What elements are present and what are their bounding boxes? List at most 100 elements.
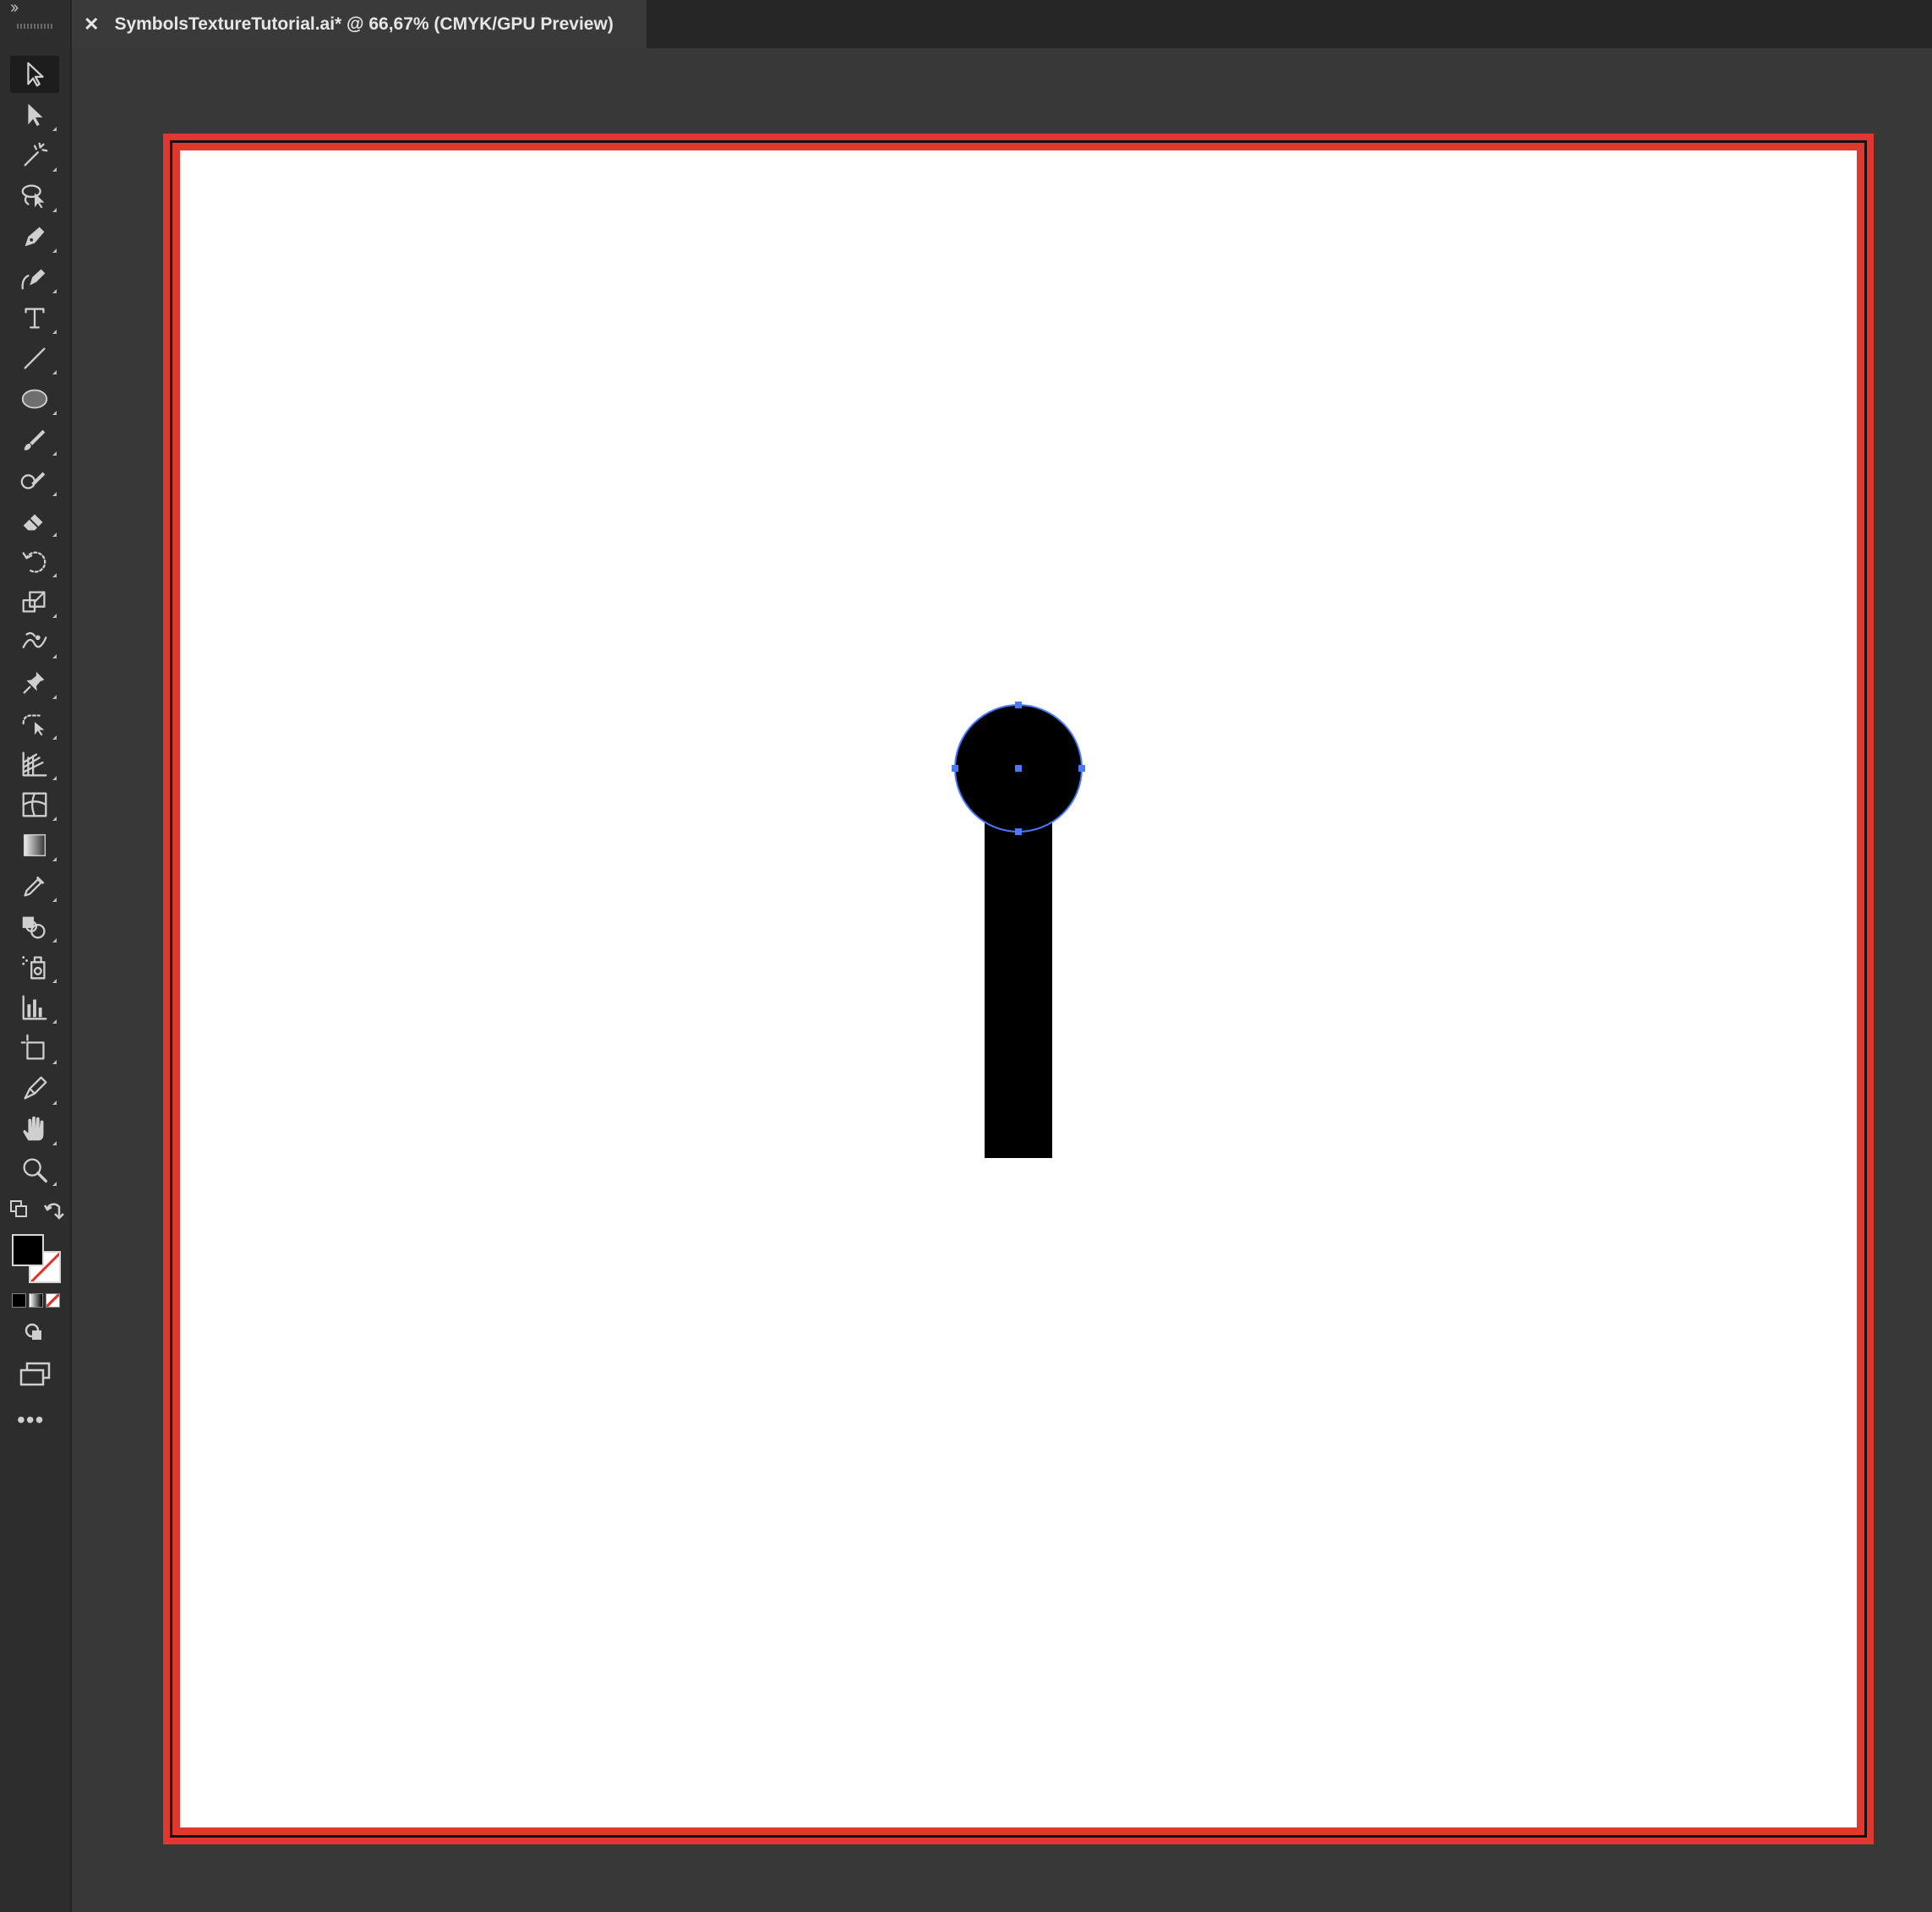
flyout-indicator-icon xyxy=(52,817,57,821)
screen-mode-icon[interactable] xyxy=(19,1361,52,1388)
eyedropper-tool[interactable] xyxy=(10,867,59,904)
zoom-tool[interactable] xyxy=(10,1151,59,1188)
slice-icon xyxy=(24,1076,47,1100)
gradient-icon xyxy=(23,833,46,857)
flyout-indicator-icon xyxy=(52,1101,57,1105)
document-tab-title: SymbolsTextureTutorial.ai* @ 66,67% (CMY… xyxy=(114,14,614,34)
draw-mode-icon[interactable] xyxy=(22,1320,47,1346)
flyout-indicator-icon xyxy=(52,1141,57,1145)
shape-builder-icon xyxy=(22,916,46,939)
anchor-bottom[interactable] xyxy=(1015,828,1022,835)
hand-tool[interactable] xyxy=(10,1111,59,1148)
magic-wand-tool[interactable] xyxy=(10,137,59,174)
flyout-indicator-icon xyxy=(52,1019,57,1024)
mesh-icon xyxy=(22,792,47,817)
anchor-top[interactable] xyxy=(1015,702,1022,708)
color-mode-icon[interactable] xyxy=(12,1293,26,1308)
fill-swatch[interactable] xyxy=(12,1234,44,1266)
scale-icon xyxy=(22,591,46,613)
pen-tool[interactable] xyxy=(10,218,59,255)
flyout-indicator-icon xyxy=(52,492,57,496)
document-tab-bar: ✕ SymbolsTextureTutorial.ai* @ 66,67% (C… xyxy=(72,0,1932,48)
mesh-tool[interactable] xyxy=(10,786,59,823)
lasso-tool[interactable] xyxy=(10,178,59,215)
flyout-indicator-icon xyxy=(52,127,57,131)
column-graph-icon xyxy=(22,995,47,1020)
anchor-right[interactable] xyxy=(1078,765,1085,772)
none-mode-icon[interactable] xyxy=(46,1293,60,1308)
flyout-indicator-icon xyxy=(52,208,57,212)
anchor-left[interactable] xyxy=(952,765,958,772)
flyout-indicator-icon xyxy=(52,370,57,374)
panel-grip-handle[interactable] xyxy=(17,24,52,29)
column-graph-tool[interactable] xyxy=(10,989,59,1026)
flyout-indicator-icon xyxy=(52,167,57,172)
free-transform-tool[interactable] xyxy=(10,705,59,742)
swap-fill-stroke-icon[interactable] xyxy=(42,1200,66,1224)
default-fill-stroke-icon[interactable] xyxy=(8,1199,32,1222)
flyout-indicator-icon xyxy=(52,451,57,456)
flyout-indicator-icon xyxy=(52,249,57,253)
gradient-tool[interactable] xyxy=(10,827,59,864)
paintbrush-icon xyxy=(24,429,46,451)
line-segment-tool[interactable] xyxy=(10,340,59,377)
flyout-indicator-icon xyxy=(52,1182,57,1186)
flyout-indicator-icon xyxy=(52,614,57,618)
edit-toolbar-more-icon[interactable]: ••• xyxy=(17,1408,44,1432)
eraser-tool[interactable] xyxy=(10,502,59,539)
type-tool[interactable] xyxy=(10,299,59,336)
direct-selection-tool[interactable] xyxy=(10,96,59,134)
warp-tool[interactable] xyxy=(10,624,59,661)
ellipse-tool[interactable] xyxy=(10,380,59,418)
selection-arrow-icon xyxy=(27,62,44,87)
flyout-indicator-icon xyxy=(52,411,57,415)
flyout-indicator-icon xyxy=(52,735,57,740)
selection-tool[interactable] xyxy=(10,56,59,93)
flyout-indicator-icon xyxy=(52,573,57,577)
pin-icon xyxy=(23,671,45,694)
lasso-icon xyxy=(21,184,45,209)
flyout-indicator-icon xyxy=(52,938,57,942)
flyout-indicator-icon xyxy=(52,330,57,334)
blob-brush-tool[interactable] xyxy=(10,462,59,499)
symbol-sprayer-tool[interactable] xyxy=(10,948,59,986)
black-rectangle-shape[interactable] xyxy=(985,818,1052,1158)
eraser-icon xyxy=(23,514,43,531)
artboard-icon xyxy=(20,1034,45,1060)
magic-wand-icon xyxy=(24,142,48,167)
scale-tool[interactable] xyxy=(10,583,59,620)
perspective-grid-tool[interactable] xyxy=(10,746,59,783)
type-icon xyxy=(25,308,45,329)
document-tab[interactable]: ✕ SymbolsTextureTutorial.ai* @ 66,67% (C… xyxy=(72,0,647,48)
puppet-warp-tool[interactable] xyxy=(10,664,59,702)
flyout-indicator-icon xyxy=(52,654,57,658)
ellipse-icon xyxy=(21,389,48,409)
artboard[interactable] xyxy=(180,150,1857,1827)
center-point[interactable] xyxy=(1015,765,1022,772)
zoom-icon xyxy=(23,1158,47,1183)
flyout-indicator-icon xyxy=(52,979,57,983)
flyout-indicator-icon xyxy=(52,857,57,861)
flyout-indicator-icon xyxy=(52,1060,57,1064)
slice-tool[interactable] xyxy=(10,1070,59,1107)
flyout-indicator-icon xyxy=(52,898,57,902)
warp-icon xyxy=(22,631,47,648)
artwork xyxy=(952,702,1085,1158)
line-segment-icon xyxy=(24,347,46,369)
panel-collapse-icon[interactable]: ›› xyxy=(10,0,19,18)
curvature-pen-icon xyxy=(21,269,46,290)
rotate-icon xyxy=(22,551,46,573)
paintbrush-tool[interactable] xyxy=(10,421,59,458)
symbol-sprayer-icon xyxy=(22,956,46,980)
close-tab-icon[interactable]: ✕ xyxy=(84,14,99,36)
eyedropper-icon xyxy=(24,876,45,897)
direct-selection-arrow-icon xyxy=(28,103,43,127)
rotate-tool[interactable] xyxy=(10,543,59,580)
curvature-tool[interactable] xyxy=(10,259,59,296)
gradient-mode-icon[interactable] xyxy=(29,1293,43,1308)
flyout-indicator-icon xyxy=(52,533,57,537)
shape-builder-tool[interactable] xyxy=(10,908,59,945)
free-transform-icon xyxy=(22,714,45,736)
flyout-indicator-icon xyxy=(52,289,57,293)
artboard-tool[interactable] xyxy=(10,1030,59,1067)
